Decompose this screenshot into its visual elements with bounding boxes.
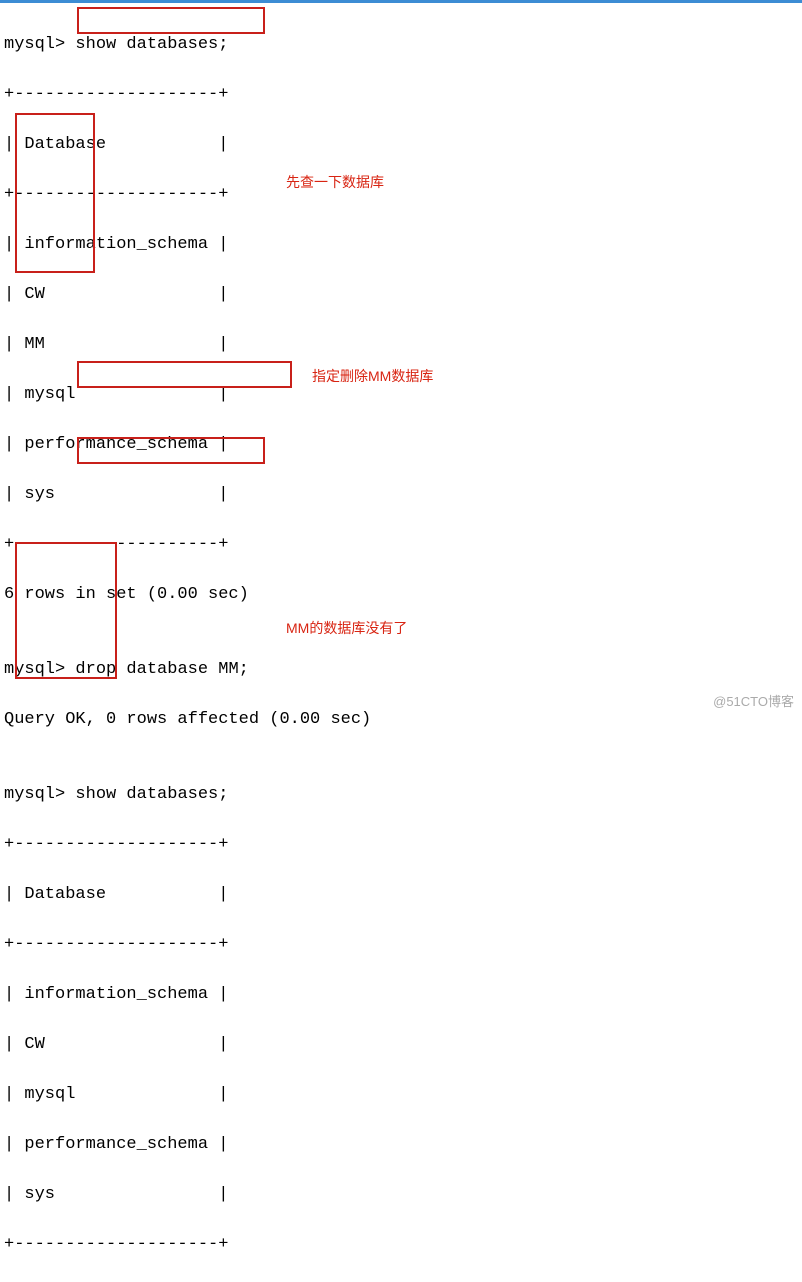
annotation-text: MM的数据库没有了 [286, 616, 407, 641]
table-row: | sys | [4, 482, 798, 507]
table-row: | information_schema | [4, 232, 798, 257]
table-header: | Database | [4, 882, 798, 907]
command-show-databases: show databases; [75, 785, 228, 804]
command-show-databases: show databases; [75, 35, 228, 54]
table-row: | MM | [4, 332, 798, 357]
command-drop-database: drop database MM; [75, 660, 248, 679]
table-border: +--------------------+ [4, 932, 798, 957]
table-row: | information_schema | [4, 982, 798, 1007]
prompt: mysql> [4, 35, 65, 54]
watermark: @51CTO博客 [713, 689, 794, 714]
table-row: | performance_schema | [4, 432, 798, 457]
table-border: +--------------------+ [4, 1232, 798, 1257]
table-row: | mysql | [4, 1082, 798, 1107]
terminal-output: mysql> show databases; +----------------… [4, 7, 798, 1282]
result-rows: 6 rows in set (0.00 sec) [4, 582, 798, 607]
table-border: +--------------------+ [4, 182, 798, 207]
annotation-text: 先查一下数据库 [286, 170, 384, 195]
table-border: +--------------------+ [4, 82, 798, 107]
table-header: | Database | [4, 132, 798, 157]
table-row: | performance_schema | [4, 1132, 798, 1157]
prompt: mysql> [4, 785, 65, 804]
prompt: mysql> [4, 660, 65, 679]
table-row: | CW | [4, 282, 798, 307]
table-row: | CW | [4, 1032, 798, 1057]
annotation-text: 指定删除MM数据库 [312, 364, 433, 389]
table-row: | sys | [4, 1182, 798, 1207]
table-border: +--------------------+ [4, 532, 798, 557]
table-border: +--------------------+ [4, 832, 798, 857]
